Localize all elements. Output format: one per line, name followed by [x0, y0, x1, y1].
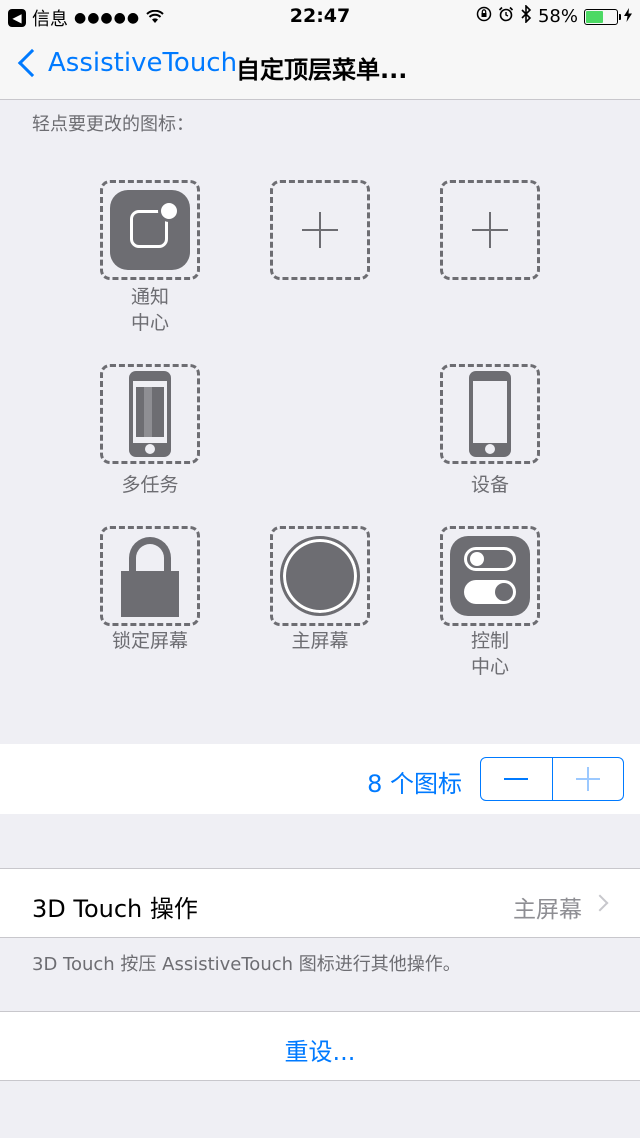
device-icon: [469, 371, 511, 457]
back-button[interactable]: AssistiveTouch: [16, 48, 237, 78]
slot-lock-screen[interactable]: [100, 526, 200, 626]
decrement-button[interactable]: [481, 758, 553, 800]
reset-row[interactable]: 重设...: [0, 1011, 640, 1081]
slot-label-multitasking: 多任务: [121, 474, 179, 496]
reset-button[interactable]: 重设...: [0, 1032, 640, 1067]
3d-touch-label: 3D Touch 操作: [32, 895, 198, 923]
slot-multitasking[interactable]: [100, 364, 200, 464]
slot-home[interactable]: [270, 526, 370, 626]
icon-count-label: 8 个图标: [367, 770, 462, 798]
slot-label-lock-screen: 锁定屏幕: [111, 630, 188, 652]
multitasking-icon: [129, 371, 171, 457]
3d-touch-value: 主屏幕: [513, 897, 582, 923]
icon-count-stepper[interactable]: [480, 757, 624, 801]
battery-icon: [584, 8, 621, 25]
back-label[interactable]: AssistiveTouch: [48, 48, 237, 78]
control-center-icon: [450, 536, 530, 616]
battery-percent: 58%: [537, 6, 578, 27]
plus-icon: [472, 212, 508, 248]
slot-control-center[interactable]: [440, 526, 540, 626]
bluetooth-icon: [520, 4, 532, 28]
slot-label-home: 主屏幕: [291, 630, 349, 652]
slot-label-device: 设备: [470, 474, 509, 496]
page-title: 自定顶层菜单...: [236, 56, 408, 84]
slot-empty-1[interactable]: [270, 180, 370, 280]
home-icon: [280, 536, 360, 616]
slot-label-control-center: 控制 中心: [470, 630, 509, 678]
alarm-icon: [498, 6, 514, 27]
chevron-right-icon: [591, 894, 609, 912]
lock-screen-icon: [121, 535, 179, 617]
increment-button[interactable]: [553, 758, 624, 800]
3d-touch-footer: 3D Touch 按压 AssistiveTouch 图标进行其他操作。: [32, 954, 461, 975]
3d-touch-row[interactable]: 3D Touch 操作 主屏幕: [0, 868, 640, 938]
notification-center-icon: [110, 190, 190, 270]
minus-icon: [504, 778, 529, 780]
slot-empty-2[interactable]: [440, 180, 540, 280]
status-right: 58%: [476, 4, 632, 28]
navigation-bar: AssistiveTouch 自定顶层菜单...: [0, 32, 640, 100]
orientation-lock-icon: [476, 6, 492, 27]
status-bar: ◀ 信息 ●●●●● 22:47 58%: [0, 0, 640, 32]
plus-icon: [575, 767, 600, 791]
chevron-left-icon: [17, 48, 47, 78]
section-header: 轻点要更改的图标：: [32, 114, 194, 135]
slot-label-notification-center: 通知 中心: [130, 286, 169, 334]
plus-icon: [302, 212, 338, 248]
slot-notification-center[interactable]: [100, 180, 200, 280]
slot-device[interactable]: [440, 364, 540, 464]
charging-icon: [624, 7, 632, 26]
icon-count-row: 8 个图标: [0, 744, 640, 814]
